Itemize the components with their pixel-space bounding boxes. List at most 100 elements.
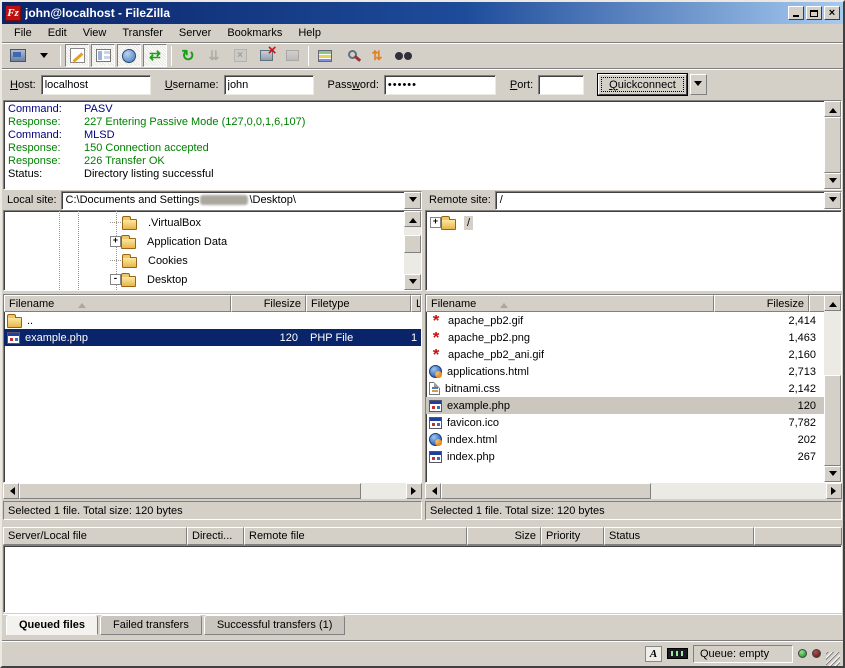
- menu-help[interactable]: Help: [290, 25, 329, 41]
- resize-grip[interactable]: [826, 652, 840, 666]
- tree-expander-icon[interactable]: +: [430, 217, 441, 228]
- message-log-panel: Command:PASVResponse:227 Entering Passiv…: [3, 100, 842, 190]
- column-header-size[interactable]: Size: [467, 527, 541, 545]
- scroll-up-button[interactable]: [824, 295, 841, 311]
- scrollbar-thumb[interactable]: [404, 235, 421, 253]
- tab-failed-transfers[interactable]: Failed transfers: [100, 615, 202, 635]
- message-log: Command:PASVResponse:227 Entering Passiv…: [4, 101, 824, 189]
- minimize-button[interactable]: [788, 6, 804, 20]
- toggle-remote-tree-icon[interactable]: [117, 44, 141, 67]
- tree-connector: [110, 222, 122, 223]
- username-input[interactable]: [224, 75, 314, 95]
- tree-expander-icon[interactable]: +: [110, 236, 121, 247]
- site-manager-icon[interactable]: [6, 44, 30, 67]
- toggle-local-tree-icon[interactable]: [91, 44, 115, 67]
- column-header-blank[interactable]: [754, 527, 842, 545]
- search-icon[interactable]: [339, 44, 363, 67]
- tree-item--[interactable]: +/: [426, 213, 841, 232]
- local-tree-scrollbar[interactable]: [404, 211, 421, 290]
- scrollbar-thumb[interactable]: [824, 117, 841, 173]
- quickconnect-dropdown-button[interactable]: [690, 74, 707, 95]
- column-header-directi-[interactable]: Directi...: [187, 527, 244, 545]
- file-row-example-php[interactable]: example.php120: [426, 397, 824, 414]
- remote-list-hscrollbar[interactable]: [425, 483, 842, 499]
- tree-item-application-data[interactable]: +Application Data: [4, 232, 404, 251]
- file-name-cell: applications.html: [426, 365, 714, 378]
- column-header-server-local-file[interactable]: Server/Local file: [3, 527, 187, 545]
- tree-item-cookies[interactable]: Cookies: [4, 251, 404, 270]
- tree-item--virtualbox[interactable]: .VirtualBox: [4, 213, 404, 232]
- menu-file[interactable]: File: [6, 25, 40, 41]
- file-row-favicon-ico[interactable]: favicon.ico7,782: [426, 414, 824, 431]
- toggle-message-log-icon[interactable]: [65, 44, 89, 67]
- column-header-filesize[interactable]: Filesize: [231, 295, 306, 312]
- scroll-left-button[interactable]: [425, 483, 441, 499]
- log-text: 150 Connection accepted: [84, 142, 209, 155]
- filter-icon[interactable]: [313, 44, 337, 67]
- password-input[interactable]: [384, 75, 496, 95]
- scroll-up-button[interactable]: [404, 211, 421, 227]
- local-site-combo[interactable]: C:\Documents and Settings\Desktop\: [61, 191, 422, 210]
- file-row-bitnami-css[interactable]: bitnami.css2,142: [426, 380, 824, 397]
- column-header-filetype[interactable]: Filetype: [306, 295, 411, 312]
- tab-queued-files[interactable]: Queued files: [6, 615, 98, 635]
- column-header-l[interactable]: L: [411, 295, 421, 312]
- quickconnect-button[interactable]: Quickconnect: [598, 74, 687, 95]
- scrollbar-thumb[interactable]: [824, 375, 841, 466]
- cancel-operation-icon[interactable]: ×: [228, 44, 252, 67]
- reconnect-icon[interactable]: [280, 44, 304, 67]
- site-manager-dropdown-icon[interactable]: [32, 44, 56, 67]
- disconnect-icon[interactable]: [254, 44, 278, 67]
- compare-directories-icon[interactable]: [391, 44, 415, 67]
- remote-site-combo[interactable]: /: [495, 191, 842, 210]
- remote-list-scrollbar[interactable]: [824, 295, 841, 482]
- host-input[interactable]: [41, 75, 151, 95]
- file-row-index-php[interactable]: index.php267: [426, 448, 824, 465]
- menu-server[interactable]: Server: [171, 25, 219, 41]
- file-row-index-html[interactable]: index.html202: [426, 431, 824, 448]
- scrollbar-thumb[interactable]: [19, 483, 361, 499]
- scroll-right-button[interactable]: [826, 483, 842, 499]
- file-row-apache-pb2-ani-gif[interactable]: *apache_pb2_ani.gif2,160: [426, 346, 824, 363]
- tree-expander-icon[interactable]: -: [110, 274, 121, 285]
- column-header-filesize[interactable]: Filesize: [714, 295, 809, 312]
- scroll-down-button[interactable]: [824, 173, 841, 189]
- scroll-right-button[interactable]: [406, 483, 422, 499]
- message-log-scrollbar[interactable]: [824, 101, 841, 189]
- file-row-apache-pb2-gif[interactable]: *apache_pb2.gif2,414: [426, 312, 824, 329]
- tab-successful-transfers-1-[interactable]: Successful transfers (1): [204, 615, 346, 635]
- scroll-down-button[interactable]: [404, 274, 421, 290]
- sync-browsing-icon[interactable]: ⇅: [365, 44, 389, 67]
- menu-view[interactable]: View: [75, 25, 115, 41]
- file-row-applications-html[interactable]: applications.html2,713: [426, 363, 824, 380]
- remote-site-dropdown-button[interactable]: [824, 192, 841, 209]
- tree-item-desktop[interactable]: -Desktop: [4, 270, 404, 289]
- column-header-filename[interactable]: Filename: [426, 295, 714, 312]
- column-header-priority[interactable]: Priority: [541, 527, 604, 545]
- activity-led-red: [812, 649, 821, 658]
- file-row--[interactable]: ..: [4, 312, 421, 329]
- scroll-left-button[interactable]: [3, 483, 19, 499]
- refresh-icon[interactable]: ↻: [176, 44, 200, 67]
- transfer-type-indicator-icon[interactable]: A: [645, 646, 662, 662]
- column-header-status[interactable]: Status: [604, 527, 754, 545]
- close-button[interactable]: ×: [824, 6, 840, 20]
- file-row-example-php[interactable]: example.php120PHP File1: [4, 329, 421, 346]
- menu-bookmarks[interactable]: Bookmarks: [219, 25, 290, 41]
- toggle-transfer-queue-icon[interactable]: ⇄: [143, 44, 167, 67]
- column-header-filename[interactable]: Filename: [4, 295, 231, 312]
- process-queue-icon[interactable]: ⇊: [202, 44, 226, 67]
- file-row-apache-pb2-png[interactable]: *apache_pb2.png1,463: [426, 329, 824, 346]
- local-list-hscrollbar[interactable]: [3, 483, 422, 499]
- maximize-button[interactable]: [806, 6, 822, 20]
- speed-limits-icon[interactable]: [667, 648, 688, 659]
- local-site-dropdown-button[interactable]: [404, 192, 421, 209]
- scroll-down-button[interactable]: [824, 466, 841, 482]
- scrollbar-thumb[interactable]: [441, 483, 651, 499]
- title-bar[interactable]: Fz john@localhost - FileZilla ×: [2, 2, 843, 24]
- scroll-up-button[interactable]: [824, 101, 841, 117]
- menu-edit[interactable]: Edit: [40, 25, 75, 41]
- column-header-remote-file[interactable]: Remote file: [244, 527, 467, 545]
- port-input[interactable]: [538, 75, 584, 95]
- menu-transfer[interactable]: Transfer: [114, 25, 171, 41]
